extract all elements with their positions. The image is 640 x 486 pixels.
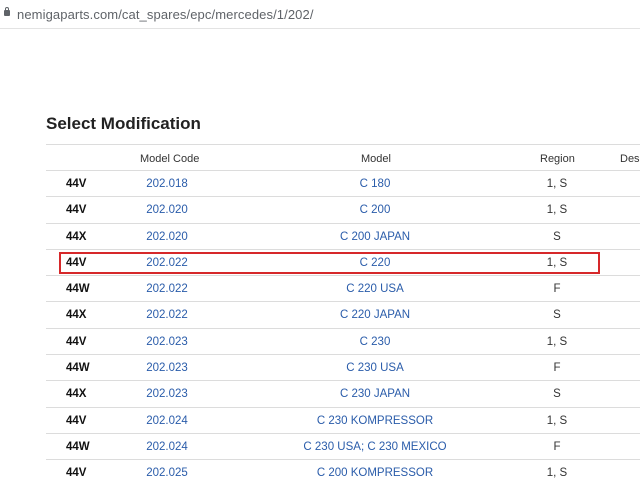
region-value: S bbox=[553, 388, 561, 401]
variant-code: 44V bbox=[66, 335, 87, 348]
table-row[interactable]: 44V 202.022 C 220 1, S bbox=[46, 248, 640, 275]
variant-code: 44X bbox=[66, 388, 87, 401]
lock-icon bbox=[4, 7, 10, 16]
model-link[interactable]: C 180 bbox=[360, 178, 391, 190]
model-link[interactable]: C 230 KOMPRESSOR bbox=[317, 415, 433, 427]
model-code-link[interactable]: 202.024 bbox=[146, 415, 188, 427]
region-value: 1, S bbox=[546, 204, 568, 217]
region-value: S bbox=[553, 309, 561, 322]
variant-code: 44W bbox=[66, 440, 90, 453]
variant-code: 44V bbox=[66, 256, 87, 269]
model-code-link[interactable]: 202.023 bbox=[146, 336, 188, 348]
modification-table: 44V 202.018 C 180 1, S 44V 202.020 C 200 1, S 44… bbox=[46, 170, 640, 486]
address-bar[interactable]: nemigaparts.com/cat_spares/epc/mercedes/… bbox=[0, 0, 640, 29]
table-row[interactable]: 44V 202.023 C 230 1, S bbox=[46, 327, 640, 354]
address-url[interactable]: nemigaparts.com/cat_spares/epc/mercedes/… bbox=[17, 7, 314, 22]
model-link[interactable]: C 230 USA; C 230 MEXICO bbox=[303, 441, 446, 453]
header-region: Region bbox=[540, 153, 575, 165]
model-code-link[interactable]: 202.023 bbox=[146, 388, 188, 400]
model-link[interactable]: C 230 JAPAN bbox=[340, 388, 410, 400]
model-code-link[interactable]: 202.022 bbox=[146, 309, 188, 321]
header-model-code: Model Code bbox=[140, 153, 200, 165]
region-value: 1, S bbox=[546, 256, 568, 269]
table-row[interactable]: 44X 202.022 C 220 JAPAN S bbox=[46, 301, 640, 327]
variant-code: 44X bbox=[66, 230, 87, 243]
table-row[interactable]: 44V 202.018 C 180 1, S bbox=[46, 170, 640, 196]
variant-code: 44V bbox=[66, 467, 87, 480]
region-value: F bbox=[553, 440, 561, 453]
model-code-link[interactable]: 202.020 bbox=[146, 204, 188, 216]
region-value: 1, S bbox=[546, 414, 568, 427]
model-link[interactable]: C 200 KOMPRESSOR bbox=[317, 467, 433, 479]
variant-code: 44W bbox=[66, 283, 90, 296]
model-code-link[interactable]: 202.022 bbox=[146, 283, 188, 295]
model-link[interactable]: C 230 USA bbox=[346, 362, 404, 374]
model-link[interactable]: C 230 bbox=[360, 336, 391, 348]
table-row[interactable]: 44X 202.020 C 200 JAPAN S bbox=[46, 222, 640, 249]
header-description: Desc bbox=[620, 153, 640, 165]
model-code-link[interactable]: 202.020 bbox=[146, 231, 188, 243]
region-value: 1, S bbox=[546, 178, 568, 190]
model-code-link[interactable]: 202.025 bbox=[146, 467, 188, 479]
table-row[interactable]: 44X 202.023 C 230 JAPAN S bbox=[46, 380, 640, 406]
header-model: Model bbox=[361, 153, 391, 165]
region-value: S bbox=[553, 230, 561, 243]
variant-code: 44V bbox=[66, 414, 87, 427]
table-row[interactable]: 44W 202.023 C 230 USA F bbox=[46, 354, 640, 380]
table-row[interactable]: 44V 202.024 C 230 KOMPRESSOR 1, S bbox=[46, 406, 640, 433]
model-code-link[interactable]: 202.023 bbox=[146, 362, 188, 374]
model-code-link[interactable]: 202.018 bbox=[146, 178, 188, 190]
region-value: 1, S bbox=[546, 335, 568, 348]
model-link[interactable]: C 200 bbox=[360, 204, 391, 216]
page-title: Select Modification bbox=[46, 114, 201, 133]
model-link[interactable]: C 200 JAPAN bbox=[340, 231, 410, 243]
table-row[interactable]: 44W 202.024 C 230 USA; C 230 MEXICO F bbox=[46, 432, 640, 459]
variant-code: 44X bbox=[66, 309, 87, 322]
table-row[interactable]: 44V 202.020 C 200 1, S bbox=[46, 196, 640, 222]
table-row[interactable]: 44V 202.025 C 200 KOMPRESSOR 1, S bbox=[46, 459, 640, 485]
region-value: F bbox=[553, 362, 561, 375]
region-value: 1, S bbox=[546, 467, 568, 480]
variant-code: 44V bbox=[66, 178, 87, 190]
model-link[interactable]: C 220 bbox=[360, 257, 391, 269]
model-link[interactable]: C 220 USA bbox=[346, 283, 404, 295]
variant-code: 44V bbox=[66, 204, 87, 217]
table-row[interactable]: 44W 202.022 C 220 USA F bbox=[46, 275, 640, 301]
region-value: F bbox=[553, 283, 561, 296]
variant-code: 44W bbox=[66, 362, 90, 375]
model-code-link[interactable]: 202.024 bbox=[146, 441, 188, 453]
table-header: Model Code Model Region Desc bbox=[46, 144, 640, 170]
model-code-link[interactable]: 202.022 bbox=[146, 257, 188, 269]
model-link[interactable]: C 220 JAPAN bbox=[340, 309, 410, 321]
